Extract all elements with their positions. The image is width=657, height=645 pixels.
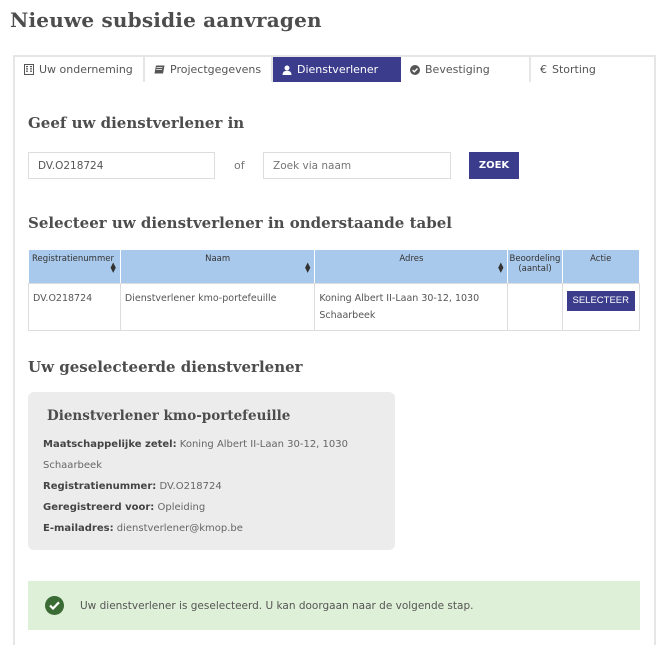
detail-value: dienstverlener@kmop.be [116,523,243,534]
selected-provider-details: Maatschappelijke zetel: Koning Albert II… [43,434,383,539]
tab-uw-onderneming[interactable]: Uw onderneming [15,57,145,82]
table-header-row: Registratienummer ▲ ▼ Naam ▲ ▼ Adres ▲ ▼ Be… [28,249,640,284]
column-header-adres[interactable]: Adres ▲ ▼ [314,249,509,284]
cell-adres: Koning Albert II-Laan 30-12, 1030 Schaar… [314,283,509,331]
tab-label: Uw onderneming [39,63,133,76]
check-circle-icon [410,64,420,75]
detail-value: Opleiding [157,502,206,513]
cell-registratienummer: DV.O218724 [28,283,121,331]
success-message: Uw dienstverlener is geselecteerd. U kan… [80,599,474,612]
wizard-tabs: Uw onderneming Projectgegevens Dienstver… [13,55,656,82]
detail-maatschappelijke-zetel: Maatschappelijke zetel: Koning Albert II… [43,434,383,476]
registration-number-input[interactable] [28,152,215,179]
cell-actie: SELECTEER [561,283,640,331]
detail-registratienummer: Registratienummer: DV.O218724 [43,476,383,497]
detail-geregistreerd-voor: Geregistreerd voor: Opleiding [43,497,383,518]
user-icon [282,65,292,75]
provider-table: Registratienummer ▲ ▼ Naam ▲ ▼ Adres ▲ ▼ Be… [28,249,640,331]
cell-naam: Dienstverlener kmo-portefeuille [119,283,316,331]
search-button[interactable]: ZOEK [469,152,519,179]
tab-projectgegevens[interactable]: Projectgegevens [145,57,273,82]
book-icon [154,65,165,74]
detail-label: E-mailadres: [43,523,114,534]
tab-label: Bevestiging [425,63,490,76]
name-search-input[interactable] [263,152,451,179]
detail-emailadres: E-mailadres: dienstverlener@kmop.be [43,518,383,539]
tab-label: Storting [552,63,596,76]
select-button[interactable]: SELECTEER [566,291,635,311]
column-header-beoordeling: Beoordeling (aantal) [507,249,563,284]
check-circle-icon [45,596,64,615]
selected-heading: Uw geselecteerde dienstverlener [28,358,303,376]
euro-icon: € [540,63,547,76]
tab-bevestiging[interactable]: Bevestiging [401,57,531,82]
success-alert: Uw dienstverlener is geselecteerd. U kan… [28,581,640,630]
search-heading: Geef uw dienstverlener in [28,114,245,132]
detail-value: DV.O218724 [159,481,222,492]
table-heading: Selecteer uw dienstverlener in onderstaa… [28,214,452,232]
column-header-naam[interactable]: Naam ▲ ▼ [119,249,316,284]
selected-provider-card: Dienstverlener kmo-portefeuille Maatscha… [28,392,395,550]
selected-provider-name: Dienstverlener kmo-portefeuille [47,408,291,424]
building-icon [24,64,34,75]
column-header-registratienummer[interactable]: Registratienummer ▲ ▼ [28,249,121,284]
cell-beoordeling [507,283,563,331]
sort-icon[interactable]: ▲ ▼ [498,262,503,274]
tab-label: Projectgegevens [170,63,262,76]
sort-icon[interactable]: ▲ ▼ [305,262,310,274]
detail-label: Geregistreerd voor: [43,502,155,513]
tab-storting[interactable]: € Storting [531,57,654,82]
detail-label: Maatschappelijke zetel: [43,439,177,450]
detail-label: Registratienummer: [43,481,157,492]
tab-dienstverlener[interactable]: Dienstverlener [273,57,401,82]
table-row: DV.O218724 Dienstverlener kmo-portefeuil… [28,283,640,331]
sort-icon[interactable]: ▲ ▼ [111,262,116,274]
column-header-actie: Actie [561,249,640,284]
or-label: of [234,159,245,172]
tab-label: Dienstverlener [297,63,379,76]
page-title: Nieuwe subsidie aanvragen [10,8,322,32]
